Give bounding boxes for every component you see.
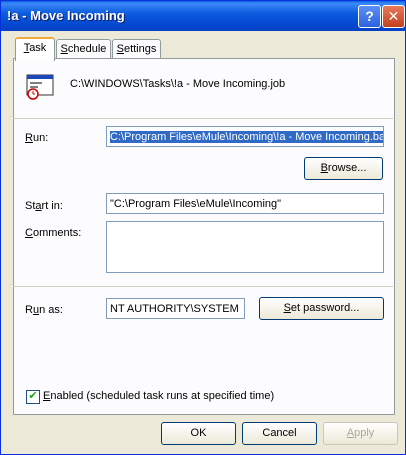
close-button[interactable]: ✕	[382, 5, 405, 28]
separator	[13, 118, 393, 119]
tab-settings-label: ettings	[123, 43, 157, 55]
tab-task-label: ask	[29, 42, 47, 54]
comments-textarea[interactable]	[106, 221, 384, 273]
run-as-label: Run as:	[25, 304, 63, 316]
task-properties-window: !a - Move Incoming ? ✕ Task Schedule Set…	[0, 0, 406, 455]
enabled-label: Enabled (scheduled task runs at specifie…	[43, 390, 275, 402]
separator	[13, 286, 393, 287]
run-input-value: C:\Program Files\eMule\Incoming\!a - Mov…	[110, 131, 383, 143]
start-in-input[interactable]: "C:\Program Files\eMule\Incoming"	[106, 193, 384, 214]
start-in-value: "C:\Program Files\eMule\Incoming"	[110, 198, 282, 210]
job-path: C:\WINDOWS\Tasks\!a - Move Incoming.job	[70, 78, 286, 90]
title-bar[interactable]: !a - Move Incoming ? ✕	[1, 1, 405, 31]
tab-settings[interactable]: Settings	[112, 39, 161, 59]
tab-settings-label-u: S	[116, 43, 124, 55]
close-icon: ✕	[387, 8, 400, 24]
ok-button[interactable]: OK	[161, 422, 236, 445]
cancel-button[interactable]: Cancel	[242, 422, 317, 445]
apply-button[interactable]: Apply	[323, 422, 398, 445]
run-label: Run:	[25, 132, 49, 144]
set-password-button[interactable]: Set password...	[259, 297, 384, 320]
tab-task[interactable]: Task	[15, 37, 55, 61]
checkmark-icon: ✔	[28, 390, 38, 402]
comments-label: Comments:	[25, 227, 82, 239]
tab-schedule-label-u: S	[60, 43, 68, 55]
start-in-label: Start in:	[25, 200, 63, 212]
window-title: !a - Move Incoming	[7, 8, 125, 23]
run-input[interactable]: C:\Program Files\eMule\Incoming\!a - Mov…	[106, 126, 384, 147]
browse-button[interactable]: Browse...	[304, 157, 383, 180]
enabled-checkbox[interactable]: ✔	[26, 390, 40, 404]
run-as-value: NT AUTHORITY\SYSTEM	[110, 303, 239, 315]
help-button[interactable]: ?	[358, 5, 381, 28]
scheduled-task-icon	[26, 74, 56, 100]
run-as-input[interactable]: NT AUTHORITY\SYSTEM	[106, 298, 245, 319]
tab-schedule[interactable]: Schedule	[56, 39, 111, 59]
tab-schedule-label: chedule	[67, 43, 107, 55]
